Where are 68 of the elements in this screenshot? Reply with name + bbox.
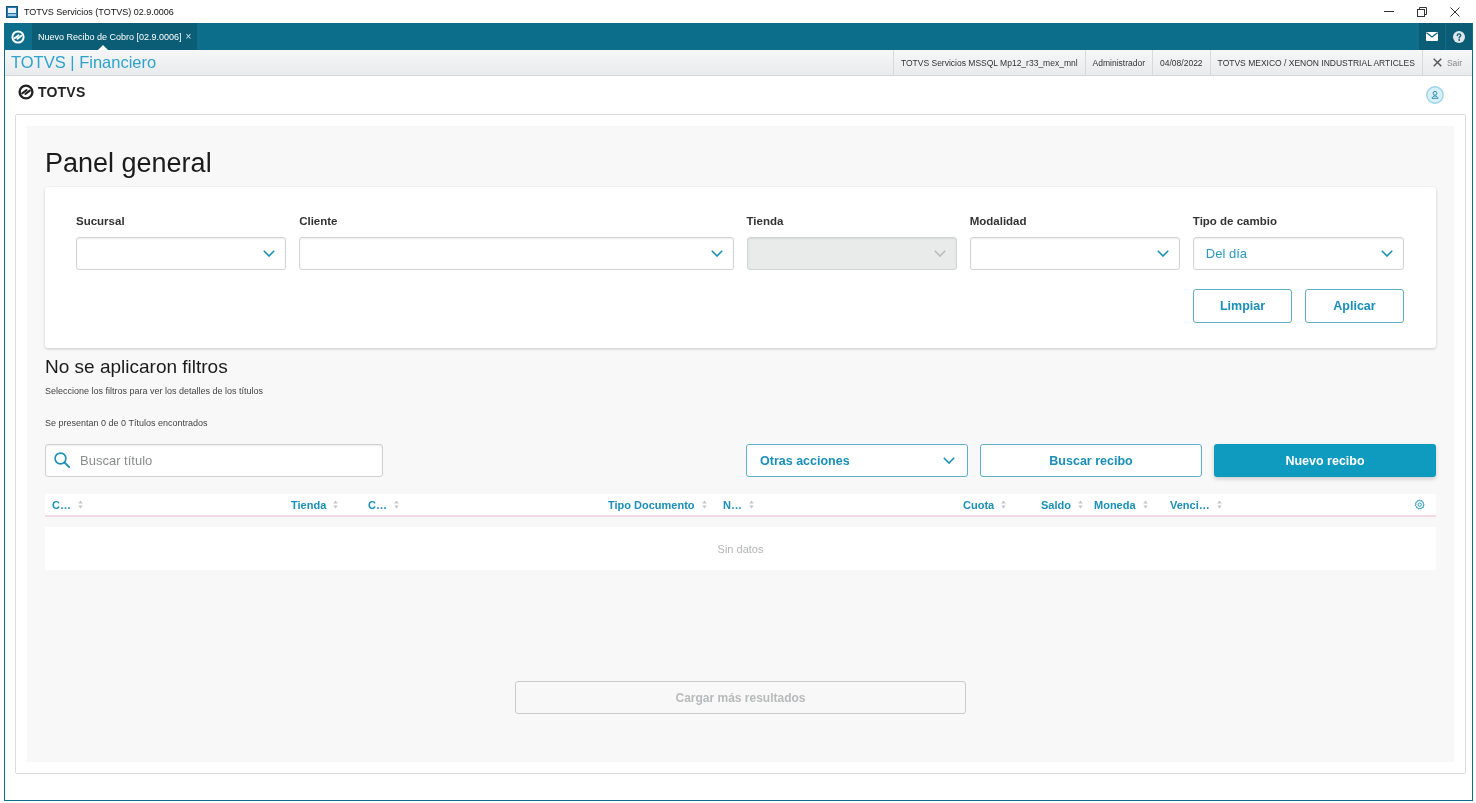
chevron-down-icon [710,250,723,257]
action-button[interactable]: Buscar recibo [980,444,1202,477]
action-button[interactable]: Nuevo recibo [1214,444,1436,477]
sort-icon [1216,500,1222,509]
results-title: No se aplicaron filtros [45,356,229,378]
sort-icon [1001,500,1007,509]
column-header[interactable]: Tienda [284,498,339,511]
field-label: Tienda [746,214,784,229]
app-icon [6,5,18,18]
header-info: TOTVS MEXICO / XENON INDUSTRIAL ARTICLES [1209,50,1422,75]
help-button[interactable] [1446,23,1472,50]
tab-pointer-icon [98,45,108,50]
logo-text: TOTVS [38,84,86,100]
avatar-icon[interactable] [1426,86,1444,104]
chevron-down-icon [1381,250,1393,257]
sort-icon [393,500,399,509]
page-title: Panel general [45,147,213,179]
sort-icon [333,500,339,509]
column-header[interactable]: Moneda [1087,498,1148,511]
column-header[interactable]: N… [716,498,754,511]
empty-message: Sin datos [717,542,764,555]
header-info: Administrador [1084,50,1153,75]
help-icon [1453,30,1465,43]
restore-icon[interactable] [1417,6,1427,17]
sort-icon [1142,500,1148,509]
settings-icon[interactable] [1414,499,1425,510]
results-count: Se presentan 0 de 0 Títulos encontrados [45,417,209,430]
column-header[interactable]: C… [45,498,83,511]
window-title: TOTVS Servicios (TOTVS) 02.9.0006 [24,6,174,17]
header-info: TOTVS Servicios MSSQL Mp12_r33_mex_mnl [892,50,1085,75]
sort-icon [1077,500,1083,509]
header-info: 04/08/2022 [1152,50,1210,75]
close-icon[interactable] [1450,6,1460,17]
select-field[interactable] [299,237,734,270]
field-label: Tipo de cambio [1192,214,1277,229]
mail-icon [1426,32,1438,41]
close-icon [1432,58,1442,67]
search-field[interactable]: Buscar título [45,444,383,477]
tab-close-button[interactable]: × [185,31,192,42]
select-field[interactable] [76,237,287,270]
sort-icon [77,500,83,509]
chevron-down-icon [1156,250,1169,257]
filter-button[interactable]: Aplicar [1305,289,1404,323]
field-label: Cliente [299,214,338,229]
results-hint: Seleccione los filtros para ver los detalles de los títulos [45,385,265,398]
logo-icon [18,84,34,100]
tab[interactable]: Nuevo Recibo de Cobro [02.9.0006] × [32,23,198,50]
column-header[interactable]: Venci… [1163,498,1222,511]
column-header[interactable]: Saldo [1034,498,1083,511]
field-label: Sucursal [76,214,125,229]
exit-button[interactable]: Sair [1421,50,1472,75]
select-field[interactable]: Del día [1192,237,1404,270]
column-header[interactable]: Cuota [956,498,1007,511]
search-icon [54,452,70,468]
actions-dropdown[interactable]: Otras acciones [746,444,968,477]
field-label: Modalidad [969,214,1027,229]
filter-button[interactable]: Limpiar [1193,289,1292,323]
column-header[interactable]: Tipo Documento [601,498,707,511]
app-title: TOTVS | Financiero [11,53,157,72]
column-header[interactable]: C… [361,498,399,511]
chevron-down-icon [263,250,276,257]
select-field[interactable] [969,237,1180,270]
sort-icon [748,500,754,509]
chevron-down-icon [943,457,955,464]
sort-icon [701,500,707,509]
logo-icon [11,29,25,44]
chevron-down-icon [933,250,946,257]
mail-button[interactable] [1419,23,1445,50]
